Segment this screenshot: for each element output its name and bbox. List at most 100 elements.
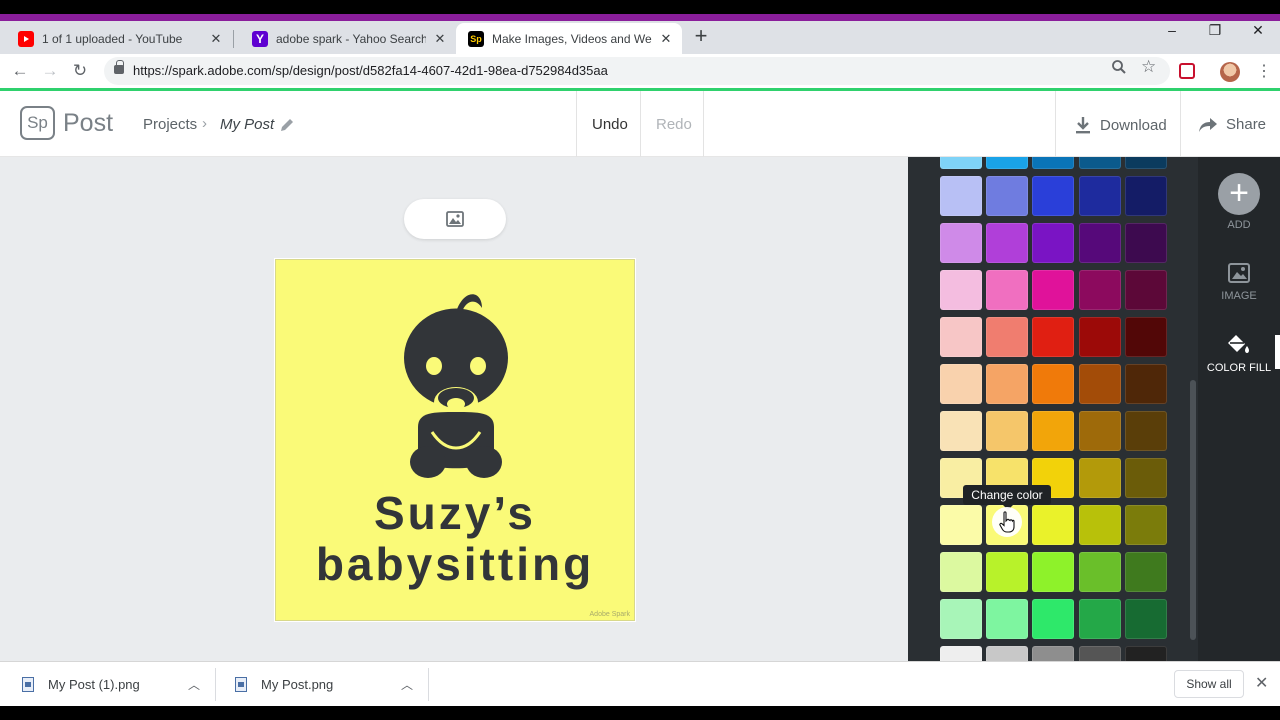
breadcrumb-current[interactable]: My Post xyxy=(220,116,274,133)
color-swatch[interactable] xyxy=(986,646,1028,661)
color-swatch[interactable] xyxy=(986,176,1028,216)
color-fill-button[interactable]: COLOR FILL xyxy=(1198,333,1280,374)
background-image-button[interactable] xyxy=(404,199,506,239)
forward-icon[interactable]: → xyxy=(39,60,61,82)
color-swatch[interactable] xyxy=(1032,505,1074,545)
color-swatch[interactable] xyxy=(1079,364,1121,404)
color-swatch[interactable] xyxy=(940,646,982,661)
back-icon[interactable]: ← xyxy=(9,60,31,82)
extension-icon[interactable] xyxy=(1179,63,1195,79)
color-swatch[interactable] xyxy=(1079,646,1121,661)
color-swatch[interactable] xyxy=(1125,364,1167,404)
color-swatch[interactable] xyxy=(1079,223,1121,263)
chevron-up-icon[interactable]: ︿ xyxy=(401,676,413,693)
color-swatch[interactable] xyxy=(1032,157,1074,169)
color-swatch[interactable] xyxy=(1125,458,1167,498)
profile-avatar[interactable] xyxy=(1220,62,1240,82)
image-tool-button[interactable]: IMAGE xyxy=(1198,263,1280,302)
download-icon xyxy=(1076,117,1090,134)
color-swatch[interactable] xyxy=(1125,270,1167,310)
address-bar[interactable]: https://spark.adobe.com/sp/design/post/d… xyxy=(104,57,1170,85)
color-swatch[interactable] xyxy=(1079,176,1121,216)
color-swatch[interactable] xyxy=(940,317,982,357)
redo-button[interactable]: Redo xyxy=(656,116,692,133)
color-swatch[interactable] xyxy=(986,364,1028,404)
tab-adobe-spark[interactable]: Sp Make Images, Videos and Web Stories ✕ xyxy=(456,23,682,54)
yahoo-icon: Y xyxy=(252,30,268,47)
color-swatch[interactable] xyxy=(1032,411,1074,451)
color-swatch[interactable] xyxy=(1125,317,1167,357)
color-swatch[interactable] xyxy=(1079,317,1121,357)
color-swatch[interactable] xyxy=(940,270,982,310)
zoom-icon[interactable] xyxy=(1111,59,1127,79)
color-swatch[interactable] xyxy=(940,552,982,592)
spark-logo[interactable]: Sp xyxy=(20,106,55,140)
color-swatch[interactable] xyxy=(986,599,1028,639)
breadcrumb-projects[interactable]: Projects xyxy=(143,116,197,133)
color-swatch[interactable] xyxy=(1032,646,1074,661)
design-headline[interactable]: Suzy’s xyxy=(276,486,634,540)
close-icon[interactable]: ✕ xyxy=(208,31,224,47)
design-card[interactable]: Suzy’s babysitting Adobe Spark xyxy=(275,259,635,621)
color-swatch[interactable] xyxy=(1125,599,1167,639)
color-swatch[interactable] xyxy=(986,317,1028,357)
browser-menu-icon[interactable]: ⋮ xyxy=(1256,61,1272,81)
color-swatch[interactable] xyxy=(940,364,982,404)
color-swatch[interactable] xyxy=(986,223,1028,263)
color-swatch[interactable] xyxy=(1032,270,1074,310)
close-icon[interactable]: ✕ xyxy=(432,31,448,47)
add-button[interactable]: + ADD xyxy=(1198,173,1280,231)
color-swatch[interactable] xyxy=(1032,223,1074,263)
color-swatch[interactable] xyxy=(1079,270,1121,310)
color-swatch[interactable] xyxy=(986,270,1028,310)
palette-scrollbar[interactable] xyxy=(1190,380,1196,640)
color-swatch[interactable] xyxy=(1032,364,1074,404)
download-button[interactable]: Download xyxy=(1074,116,1167,134)
color-swatch[interactable] xyxy=(1079,411,1121,451)
color-swatch[interactable] xyxy=(940,411,982,451)
color-swatch[interactable] xyxy=(986,552,1028,592)
show-all-button[interactable]: Show all xyxy=(1174,670,1244,698)
reload-icon[interactable]: ↻ xyxy=(69,60,91,82)
minimize-icon[interactable]: – xyxy=(1160,22,1184,38)
color-swatch[interactable] xyxy=(940,505,982,545)
color-swatch[interactable] xyxy=(1079,157,1121,169)
pencil-icon[interactable] xyxy=(280,118,294,132)
color-swatch[interactable] xyxy=(940,223,982,263)
color-swatch[interactable] xyxy=(940,157,982,169)
color-swatch[interactable] xyxy=(1032,552,1074,592)
color-swatch[interactable] xyxy=(1125,411,1167,451)
download-item[interactable]: My Post (1).png xyxy=(22,662,140,707)
duck-graphic[interactable] xyxy=(404,282,508,480)
color-swatch[interactable] xyxy=(940,599,982,639)
color-swatch[interactable] xyxy=(1079,599,1121,639)
color-swatch[interactable] xyxy=(1032,176,1074,216)
close-icon[interactable]: ✕ xyxy=(658,31,674,47)
color-swatch[interactable] xyxy=(1125,646,1167,661)
tab-youtube[interactable]: 1 of 1 uploaded - YouTube ✕ xyxy=(0,23,232,54)
design-subline[interactable]: babysitting xyxy=(276,537,634,591)
color-swatch[interactable] xyxy=(1079,505,1121,545)
color-swatch[interactable] xyxy=(1079,458,1121,498)
undo-button[interactable]: Undo xyxy=(592,116,628,133)
color-swatch[interactable] xyxy=(1125,157,1167,169)
bookmark-star-icon[interactable]: ☆ xyxy=(1141,57,1156,77)
color-swatch[interactable] xyxy=(1125,223,1167,263)
color-swatch[interactable] xyxy=(1079,552,1121,592)
color-swatch[interactable] xyxy=(1125,505,1167,545)
color-swatch[interactable] xyxy=(940,176,982,216)
chevron-up-icon[interactable]: ︿ xyxy=(188,676,200,693)
color-swatch[interactable] xyxy=(986,157,1028,169)
color-swatch[interactable] xyxy=(1125,552,1167,592)
color-swatch[interactable] xyxy=(1125,176,1167,216)
download-item[interactable]: My Post.png xyxy=(235,662,333,707)
tab-yahoo[interactable]: Y adobe spark - Yahoo Search Results ✕ xyxy=(234,23,456,54)
restore-icon[interactable]: ❐ xyxy=(1203,22,1227,39)
close-icon[interactable]: ✕ xyxy=(1255,673,1268,693)
color-swatch[interactable] xyxy=(986,411,1028,451)
window-close-icon[interactable]: ✕ xyxy=(1246,22,1270,39)
color-swatch[interactable] xyxy=(1032,599,1074,639)
new-tab-button[interactable]: + xyxy=(690,25,712,47)
color-swatch[interactable] xyxy=(1032,317,1074,357)
share-button[interactable]: Share xyxy=(1198,116,1266,133)
